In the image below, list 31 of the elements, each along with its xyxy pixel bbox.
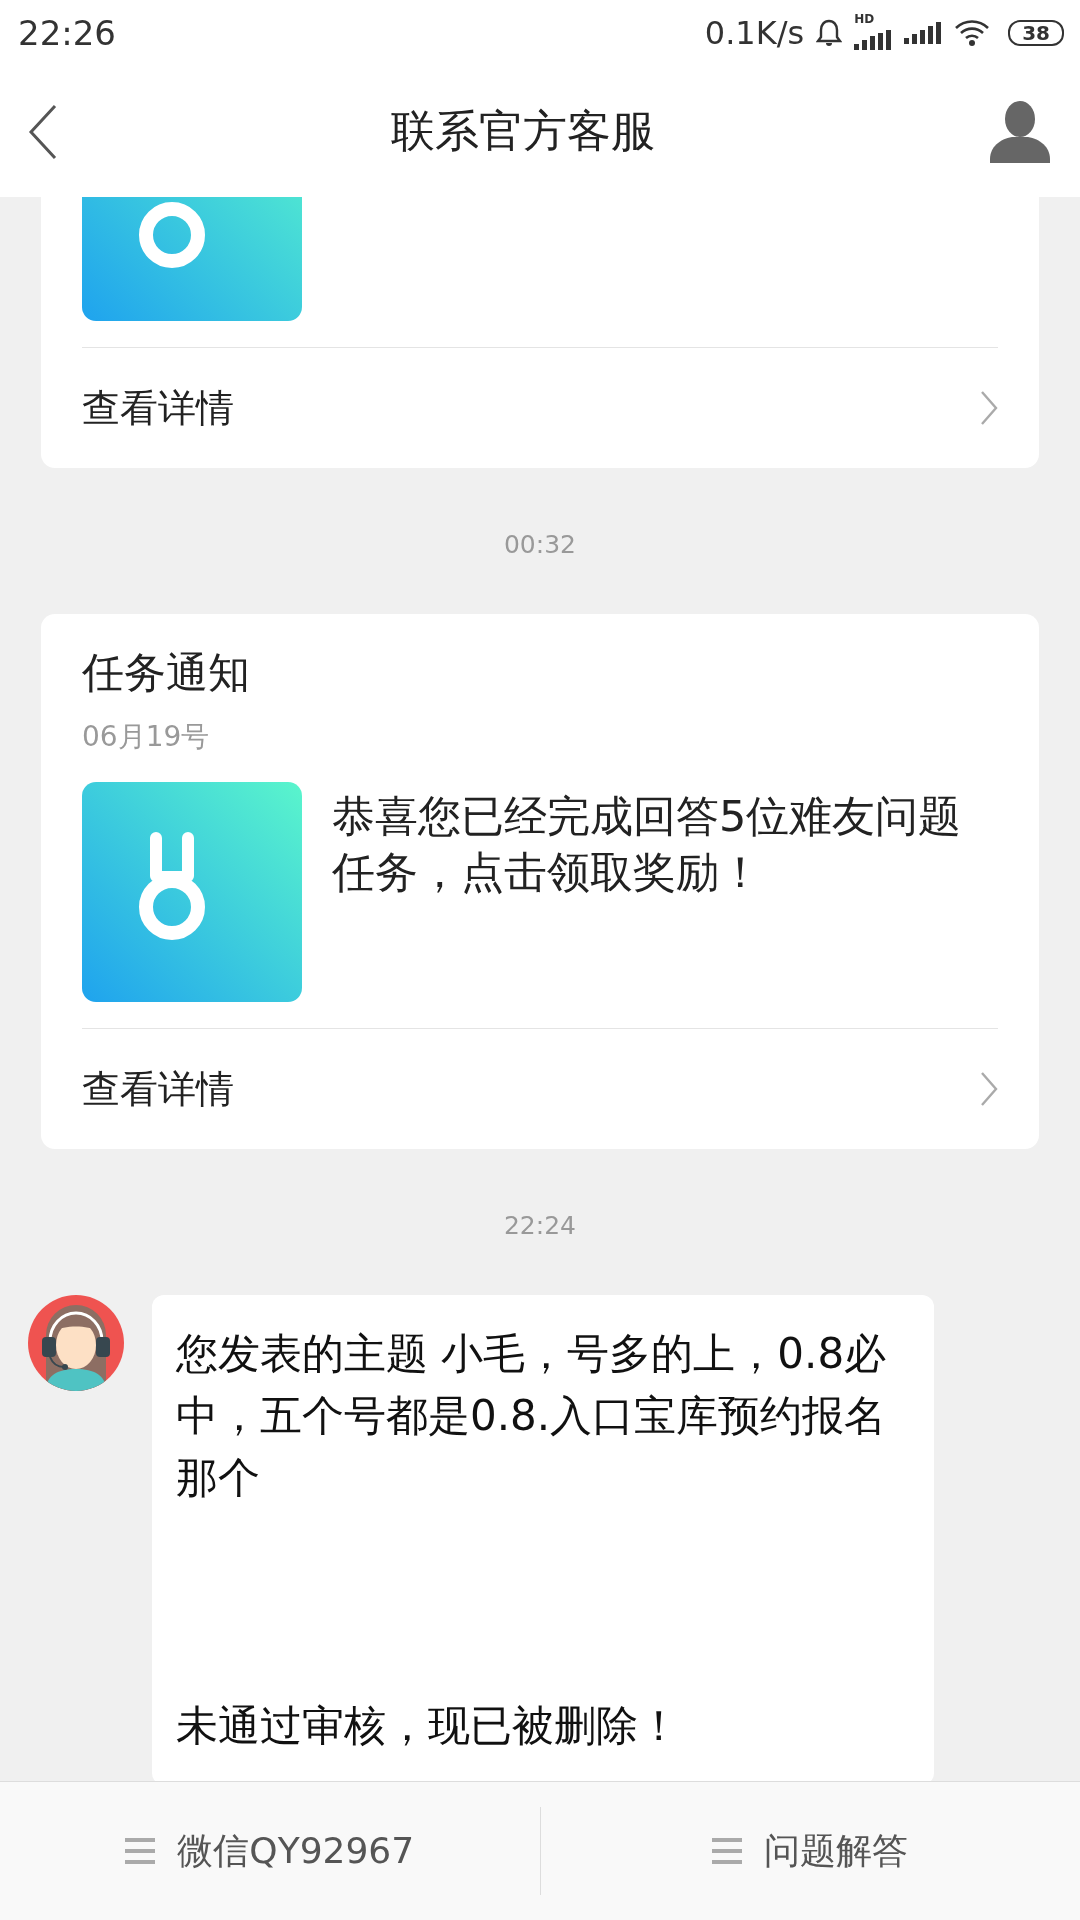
message-text: 未通过审核，现已被删除！ xyxy=(176,1700,681,1752)
user-profile-icon[interactable] xyxy=(988,100,1052,163)
menu-tab[interactable]: 问题解答 xyxy=(540,1826,1080,1876)
menu-icon xyxy=(712,1838,743,1864)
page-title: 联系官方客服 xyxy=(390,104,656,158)
card-title: 任务通知 xyxy=(82,648,251,698)
wifi-icon xyxy=(954,19,991,47)
menu-icon xyxy=(125,1838,156,1864)
bell-icon xyxy=(816,18,843,48)
menu-tab-label: 问题解答 xyxy=(764,1828,909,1873)
view-details-label: 查看详情 xyxy=(82,384,234,432)
message-text: 您发表的主题 小毛，号多的上，0.8必中，五个号都是0.8.入口宝库预约报名那个 xyxy=(176,1328,888,1504)
clock-time: 22:26 xyxy=(18,13,116,53)
menu-tab-label: 微信QY92967 xyxy=(177,1828,415,1873)
chevron-right-icon xyxy=(980,390,998,426)
medal-icon xyxy=(82,782,302,1002)
timestamp: 22:24 xyxy=(503,1211,576,1240)
notification-text: 恭喜您已经完成回答5位难友问题任务，点击领取奖励！ xyxy=(332,790,963,899)
network-type-label: HD xyxy=(854,12,875,26)
network-speed: 0.1K/s xyxy=(704,14,805,52)
menu-tab[interactable]: 微信QY92967 xyxy=(0,1826,540,1876)
card-date: 06月19号 xyxy=(82,719,211,755)
view-details-link[interactable]: 查看详情 xyxy=(82,1029,998,1149)
back-icon[interactable] xyxy=(28,103,58,160)
view-details-link[interactable]: 查看详情 xyxy=(82,348,998,468)
signal-icon xyxy=(904,22,943,44)
chevron-right-icon xyxy=(980,1071,998,1107)
timestamp: 00:32 xyxy=(503,530,576,559)
signal-bars-icon xyxy=(854,30,893,50)
battery-icon: 38 xyxy=(1008,20,1064,46)
view-details-label: 查看详情 xyxy=(82,1065,234,1113)
